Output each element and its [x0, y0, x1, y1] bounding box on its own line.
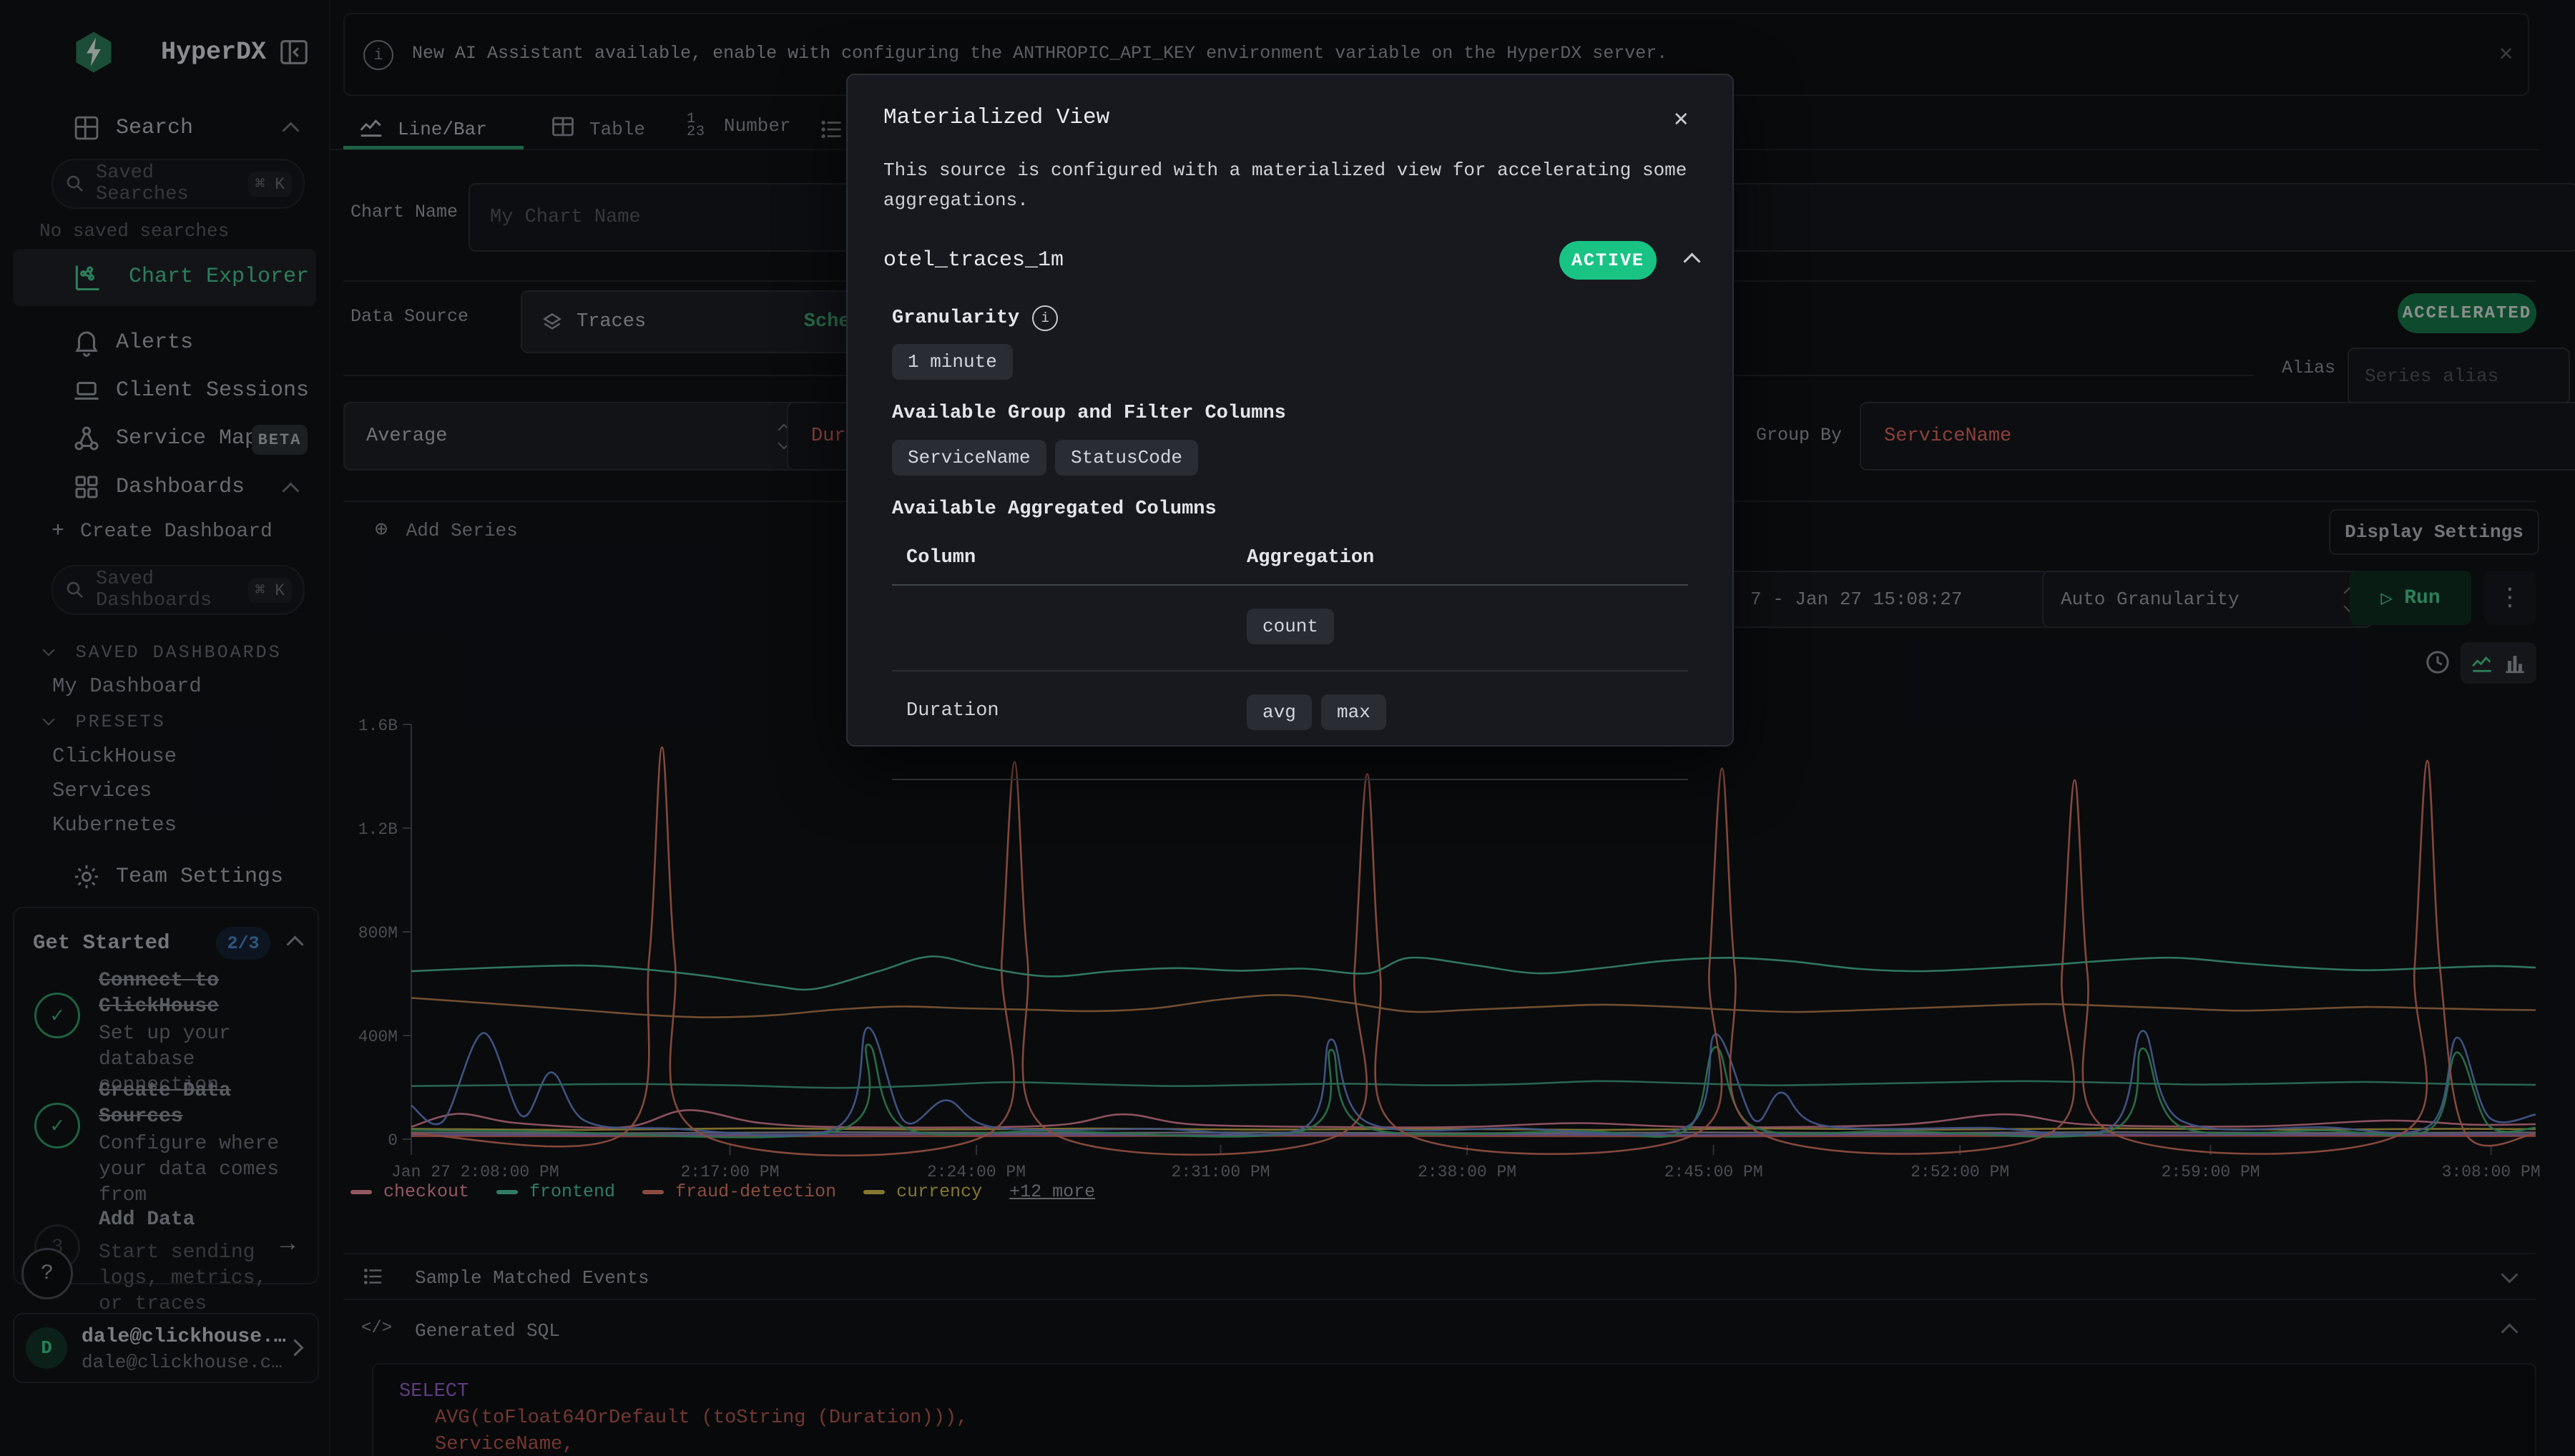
aggregation-chip: count [1247, 609, 1334, 644]
aggregation-chip: avg [1247, 694, 1312, 730]
active-status-badge: ACTIVE [1559, 241, 1657, 280]
group-filter-heading: Available Group and Filter Columns [892, 403, 1286, 424]
modal-close-icon[interactable]: ✕ [1674, 104, 1688, 134]
app-root: HyperDX Search Saved Searches ⌘ K No sav… [0, 0, 2575, 1456]
granularity-heading: Granularity i [892, 305, 1058, 331]
column-chip: ServiceName [892, 440, 1046, 476]
materialized-view-modal: Materialized View ✕ This source is confi… [846, 74, 1734, 747]
granularity-chip: 1 minute [892, 344, 1013, 380]
table-row: Duration avg max [892, 670, 1688, 754]
info-icon[interactable]: i [1032, 305, 1058, 331]
chevron-up-icon[interactable] [1683, 252, 1700, 270]
table-cell-column: Duration [906, 700, 999, 722]
aggregated-heading: Available Aggregated Columns [892, 498, 1217, 520]
column-chip: StatusCode [1055, 440, 1198, 476]
table-header-aggregation: Aggregation [1247, 547, 1374, 569]
modal-bottom-divider [892, 779, 1688, 780]
aggregation-chip: max [1321, 694, 1386, 730]
table-header-column: Column [906, 547, 976, 569]
modal-description: This source is configured with a materia… [883, 155, 1706, 215]
table-row: count [892, 584, 1688, 670]
modal-title: Materialized View [883, 105, 1109, 130]
materialized-view-name: otel_traces_1m [883, 248, 1064, 272]
granularity-label: Granularity [892, 308, 1019, 329]
